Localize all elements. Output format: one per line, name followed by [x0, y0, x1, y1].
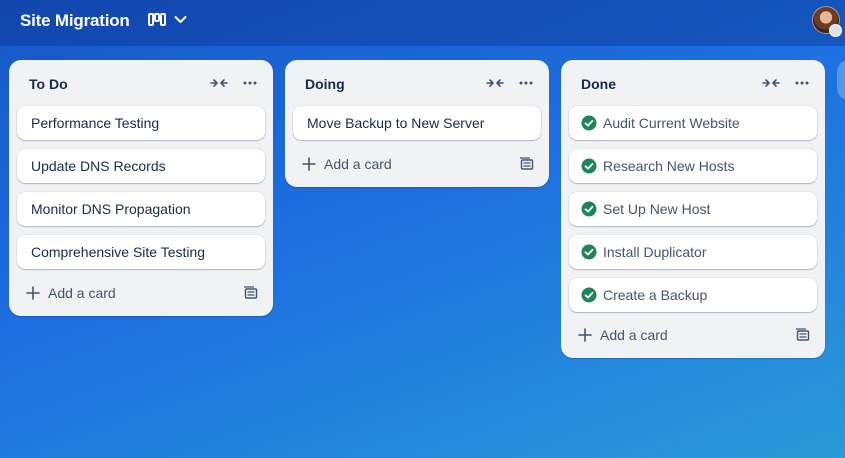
card-title: Audit Current Website [603, 115, 740, 131]
card-title: Comprehensive Site Testing [31, 244, 206, 260]
card-title: Set Up New Host [603, 201, 711, 217]
card-title: Move Backup to New Server [307, 115, 485, 131]
add-card-label: Add a card [48, 285, 116, 301]
check-circle-icon[interactable] [581, 244, 597, 260]
list-header: Doing [285, 60, 549, 106]
card-title: Performance Testing [31, 115, 160, 131]
collapse-icon[interactable] [762, 77, 780, 89]
card[interactable]: Performance Testing [17, 106, 265, 140]
avatar-badge [829, 24, 842, 37]
check-circle-icon[interactable] [581, 115, 597, 131]
card[interactable]: Move Backup to New Server [293, 106, 541, 140]
card-title: Update DNS Records [31, 158, 166, 174]
check-circle-icon[interactable] [581, 201, 597, 217]
list-title[interactable]: To Do [29, 76, 68, 92]
check-circle-icon[interactable] [581, 287, 597, 303]
more-icon[interactable] [518, 76, 534, 90]
list-doing: Doing Move Backup to New Server Add a ca… [285, 60, 549, 187]
card-template-icon[interactable] [795, 328, 810, 342]
card[interactable]: Install Duplicator [569, 235, 817, 269]
add-card-button[interactable]: Add a card [17, 277, 265, 309]
list-header: To Do [9, 60, 273, 106]
card[interactable]: Comprehensive Site Testing [17, 235, 265, 269]
card-title: Research New Hosts [603, 158, 735, 174]
more-icon[interactable] [794, 76, 810, 90]
board-header: Site Migration [0, 0, 845, 46]
add-card-label: Add a card [600, 327, 668, 343]
plus-icon [26, 286, 40, 300]
board-title[interactable]: Site Migration [20, 11, 130, 31]
card-template-icon[interactable] [243, 286, 258, 300]
chevron-down-icon[interactable] [174, 15, 187, 25]
card-title: Install Duplicator [603, 244, 707, 260]
card-template-icon[interactable] [519, 157, 534, 171]
card[interactable]: Research New Hosts [569, 149, 817, 183]
card[interactable]: Update DNS Records [17, 149, 265, 183]
list-header: Done [561, 60, 825, 106]
list-done: Done Audit Current Website Research New … [561, 60, 825, 358]
list-to-do: To Do Performance Testing Update DNS Rec… [9, 60, 273, 316]
card[interactable]: Set Up New Host [569, 192, 817, 226]
collapse-icon[interactable] [486, 77, 504, 89]
check-circle-icon[interactable] [581, 158, 597, 174]
add-card-button[interactable]: Add a card [569, 319, 817, 351]
list-title[interactable]: Done [581, 76, 616, 92]
list-title[interactable]: Doing [305, 76, 345, 92]
add-card-button[interactable]: Add a card [293, 148, 541, 180]
card[interactable]: Create a Backup [569, 278, 817, 312]
add-card-label: Add a card [324, 156, 392, 172]
card-title: Monitor DNS Propagation [31, 201, 191, 217]
card-title: Create a Backup [603, 287, 708, 303]
board-view-icon[interactable] [148, 13, 166, 29]
add-list-button[interactable] [837, 60, 845, 100]
plus-icon [578, 328, 592, 342]
card[interactable]: Monitor DNS Propagation [17, 192, 265, 226]
collapse-icon[interactable] [210, 77, 228, 89]
plus-icon [302, 157, 316, 171]
more-icon[interactable] [242, 76, 258, 90]
card[interactable]: Audit Current Website [569, 106, 817, 140]
